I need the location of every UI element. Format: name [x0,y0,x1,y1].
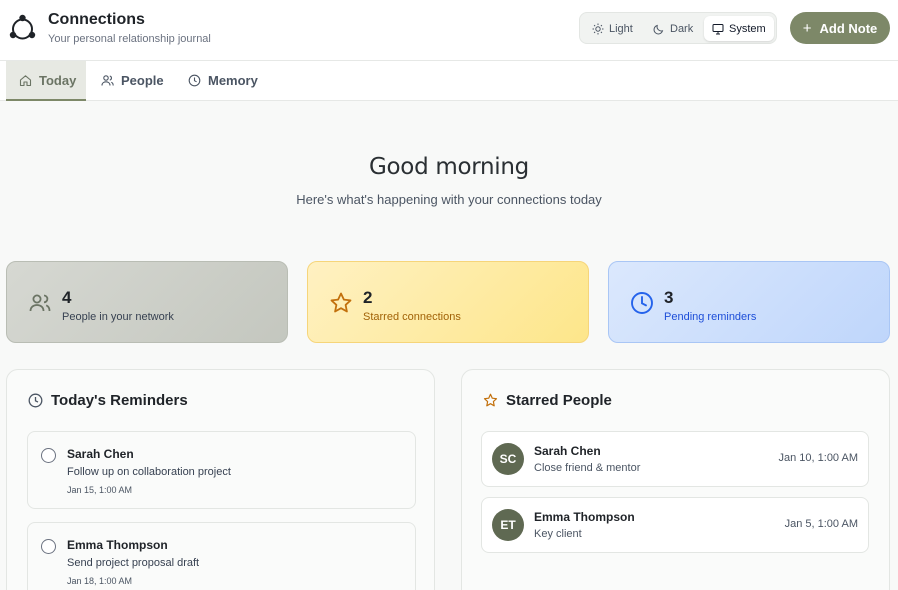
reminder-name: Sarah Chen [67,447,134,461]
clock-icon [631,292,653,314]
tab-bar: Today People Memory [0,61,898,101]
reminder-checkbox[interactable] [41,539,56,554]
reminder-item[interactable]: Emma Thompson Send project proposal draf… [27,522,416,590]
reminder-note: Follow up on collaboration project [67,466,231,478]
tab-people-label: People [121,73,164,88]
stat-card-pending[interactable]: 3 Pending reminders [608,261,890,343]
stat-pending-value: 3 [664,288,674,307]
person-note: Close friend & mentor [534,462,641,474]
tab-memory-label: Memory [208,73,258,88]
stat-people-value: 4 [62,288,72,307]
person-date: Jan 5, 1:00 AM [784,518,858,530]
starred-person-item[interactable]: ET Emma Thompson Key client Jan 5, 1:00 … [481,497,869,553]
clock-icon [188,74,201,87]
tab-people[interactable]: People [101,61,164,100]
stat-card-starred[interactable]: 2 Starred connections [307,261,589,343]
reminders-title-text: Today's Reminders [51,392,188,409]
reminder-item[interactable]: Sarah Chen Follow up on collaboration pr… [27,431,416,509]
tab-today[interactable]: Today [6,61,86,101]
avatar: SC [492,443,524,475]
starred-panel-title: Starred People [483,392,612,409]
person-note: Key client [534,528,582,540]
moon-icon [653,24,664,34]
person-date: Jan 10, 1:00 AM [778,452,859,464]
users-icon [101,75,114,86]
theme-switcher: Light Dark System [579,12,777,44]
theme-light-button[interactable]: Light [584,16,641,41]
theme-light-label: Light [609,22,633,35]
app-title: Connections [48,11,145,28]
theme-system-label: System [729,22,766,35]
reminder-date: Jan 18, 1:00 AM [67,576,133,586]
person-name: Emma Thompson [534,510,635,524]
reminders-panel: Today's Reminders Sarah Chen Follow up o… [6,369,435,590]
reminder-date: Jan 15, 1:00 AM [67,485,133,495]
theme-system-button[interactable]: System [704,16,774,41]
sun-icon [592,23,604,34]
theme-dark-label: Dark [670,22,694,35]
users-icon [29,294,51,312]
avatar: ET [492,509,524,541]
app-header: Connections Your personal relationship j… [0,0,898,61]
starred-title-text: Starred People [506,392,612,409]
reminders-panel-title: Today's Reminders [28,392,188,409]
stat-pending-label: Pending reminders [664,311,757,323]
reminder-checkbox[interactable] [41,448,56,463]
greeting-title: Good morning [369,154,529,180]
stat-people-label: People in your network [62,311,174,323]
person-name: Sarah Chen [534,444,601,458]
add-note-button[interactable]: + Add Note [790,12,890,44]
star-icon [330,292,352,313]
plus-icon: + [802,19,812,37]
stat-starred-value: 2 [363,288,373,307]
stat-card-people[interactable]: 4 People in your network [6,261,288,343]
star-icon [483,393,498,407]
greeting-subtitle: Here's what's happening with your connec… [296,192,602,207]
reminder-name: Emma Thompson [67,538,168,552]
app-subtitle: Your personal relationship journal [48,33,211,45]
tab-memory[interactable]: Memory [188,61,258,100]
connections-logo-icon [9,14,36,40]
home-icon [19,74,32,86]
starred-people-panel: Starred People SC Sarah Chen Close frien… [461,369,890,590]
theme-dark-button[interactable]: Dark [645,16,701,41]
reminder-note: Send project proposal draft [67,557,200,569]
stat-starred-label: Starred connections [363,311,461,323]
monitor-icon [712,23,724,34]
clock-icon [28,393,43,408]
tab-today-label: Today [39,72,77,88]
add-note-label: Add Note [819,20,878,36]
starred-person-item[interactable]: SC Sarah Chen Close friend & mentor Jan … [481,431,869,487]
